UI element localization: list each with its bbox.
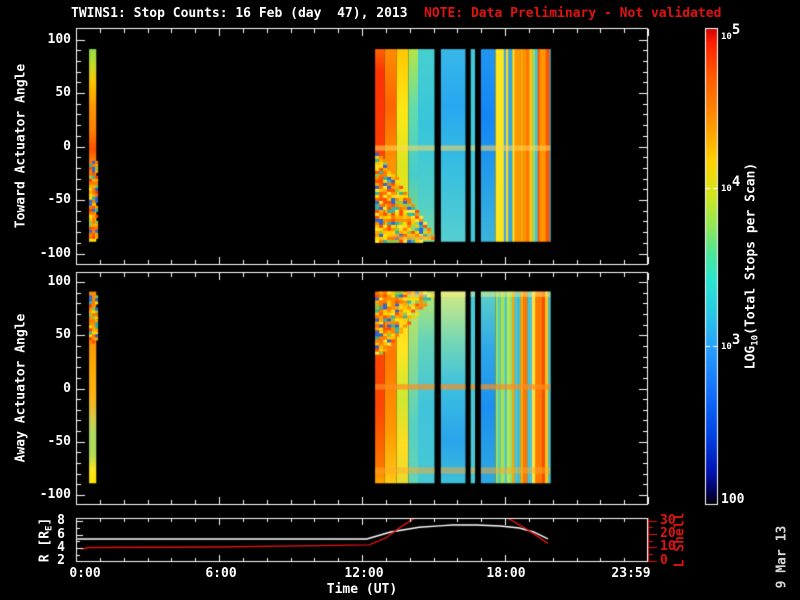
r-tick-label: 8 (57, 513, 65, 528)
toward-ytick-label: 100 (47, 32, 71, 47)
colorbar-tick-label: 100 (721, 492, 745, 507)
plot-root: TWINS1: Stop Counts: 16 Feb (day 47), 20… (0, 0, 800, 600)
r-tick-label: 6 (57, 527, 65, 542)
toward-ytick-label: 0 (63, 139, 71, 154)
toward-ytick-label: -50 (47, 192, 71, 207)
date-stamp: 9 Mar 13 (774, 525, 790, 589)
x-tick-label: 12:00 (344, 566, 384, 581)
away-ytick-label: -50 (47, 434, 71, 449)
x-tick-label: 23:59 (611, 566, 651, 581)
colorbar-tick-label: 103 (721, 332, 741, 352)
colorbar-title: LOG10(Total Stops per Scan) (743, 162, 761, 370)
spectrogram-canvas (0, 0, 800, 600)
x-tick-label: 0:00 (69, 566, 101, 581)
toward-ytick-label: 50 (55, 85, 71, 100)
r-tick-label: 2 (57, 553, 65, 568)
away-ytick-label: 0 (63, 381, 71, 396)
page-title: TWINS1: Stop Counts: 16 Feb (day 47), 20… (71, 6, 408, 21)
preliminary-note: NOTE: Data Preliminary - Not validated (424, 6, 722, 21)
lshell-tick-label: 10 (660, 539, 676, 554)
lshell-tick-label: 0 (660, 553, 668, 568)
x-tick-label: 6:00 (205, 566, 237, 581)
away-ytick-label: -100 (39, 487, 71, 502)
away-ytick-label: 50 (55, 327, 71, 342)
x-axis-title: Time (UT) (326, 582, 398, 597)
r-tick-label: 4 (57, 540, 65, 555)
colorbar-tick-label: 104 (721, 174, 741, 194)
away-ytick-label: 100 (47, 274, 71, 289)
x-tick-label: 18:00 (486, 566, 526, 581)
toward-ytick-label: -100 (39, 246, 71, 261)
colorbar-tick-label: 105 (721, 22, 741, 42)
